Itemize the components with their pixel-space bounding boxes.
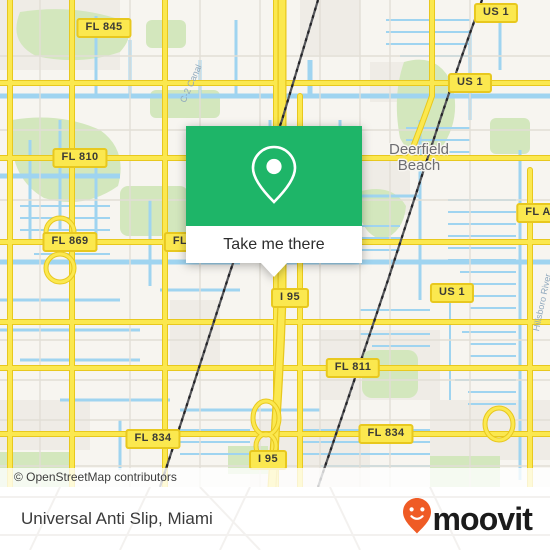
footer-bar: Universal Anti Slip, Miami moovit [0,487,550,550]
moovit-wordmark: moovit [432,500,533,537]
popup-tail [261,263,287,277]
road-shield: US 1 [473,3,519,23]
road-shield: FL 810 [52,148,108,168]
page-title: Universal Anti Slip, Miami [21,508,213,528]
map-pin-icon [248,142,300,211]
road-shield: I 95 [249,450,287,470]
road-shield: I 95 [271,288,309,308]
road-shield: FL 834 [125,429,181,449]
take-me-there-popup[interactable]: Take me there [186,126,362,277]
road-shield: FL A [516,203,550,223]
map-attribution[interactable]: © OpenStreetMap contributors [0,468,550,487]
moovit-map-screen: FL 845 US 1 US 1 FL 810 FL A FL 869 FL I… [0,0,550,550]
map-canvas[interactable]: FL 845 US 1 US 1 FL 810 FL A FL 869 FL I… [0,0,550,487]
road-shield: FL 834 [358,424,414,444]
take-me-there-button[interactable]: Take me there [186,226,362,263]
city-label-deerfield-beach: Deerfield Beach [388,141,450,174]
road-shield: FL 869 [42,232,98,252]
road-shield: FL 845 [76,18,132,38]
road-shield: US 1 [429,283,475,303]
moovit-pin-icon [402,497,432,540]
popup-header [186,126,362,226]
road-shield: FL 811 [325,358,381,378]
road-shield: US 1 [447,73,493,93]
moovit-logo[interactable]: moovit [402,487,533,550]
